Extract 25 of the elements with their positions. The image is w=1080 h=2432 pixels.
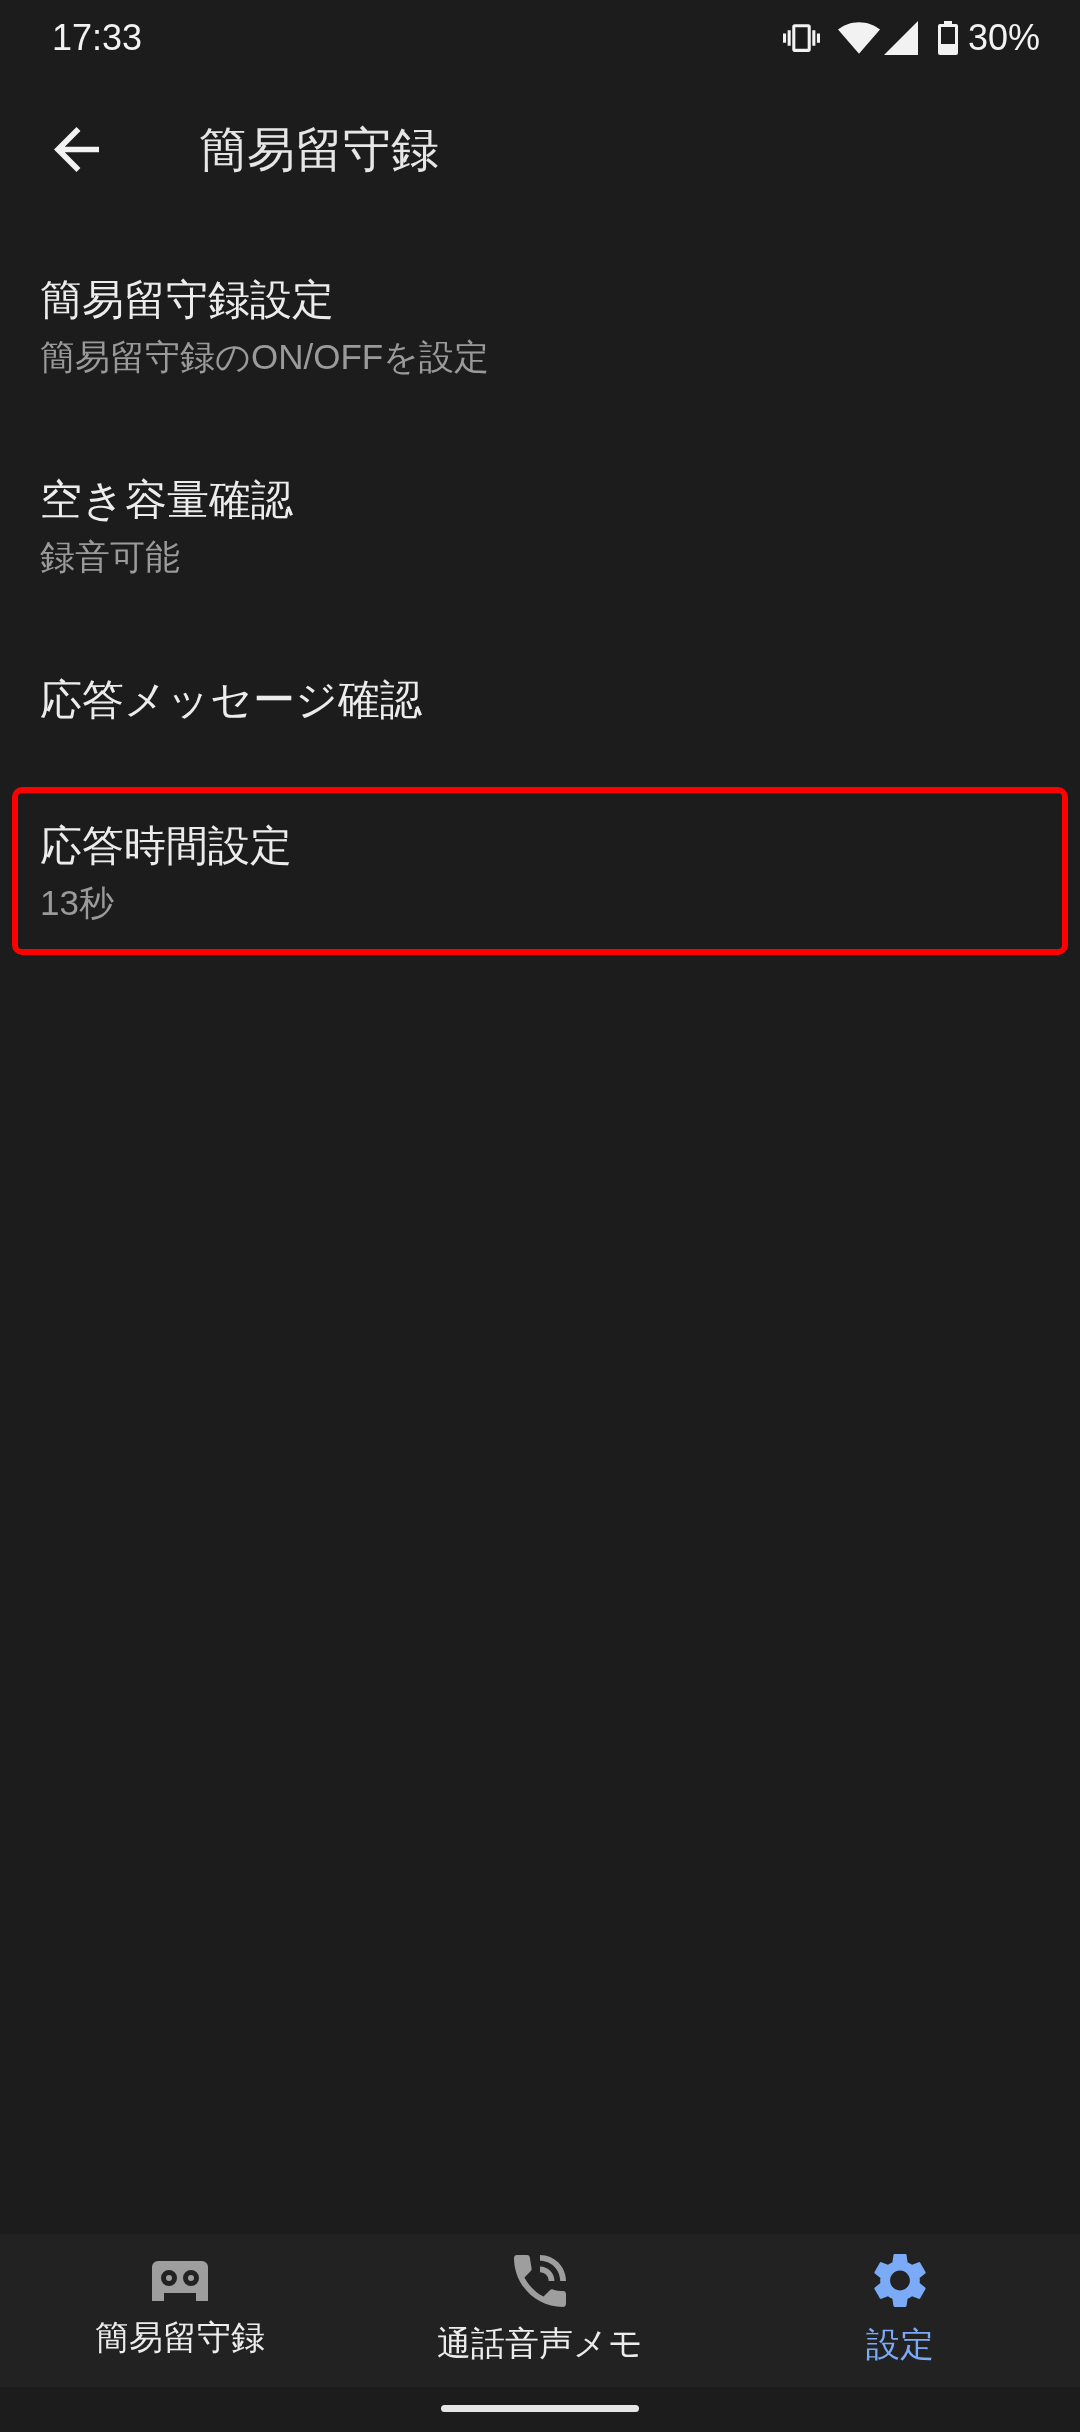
phone-call-icon: [514, 2254, 566, 2307]
page-title: 簡易留守録: [199, 121, 439, 178]
battery-percent: 30%: [967, 16, 1040, 59]
setting-title: 空き容量確認: [40, 475, 294, 525]
setting-title: 応答メッセージ確認: [40, 675, 423, 725]
battery-icon: [937, 20, 958, 55]
setting-summary: 録音可能: [40, 536, 181, 578]
status-time: 17:33: [52, 16, 143, 59]
vibrate-icon: [782, 23, 820, 52]
nav-tab[interactable]: 設定: [720, 2234, 1080, 2387]
settings-icon: [874, 2253, 926, 2308]
settings-row[interactable]: 応答メッセージ確認: [12, 641, 1068, 755]
signal-icon: [883, 20, 918, 55]
nav-tab[interactable]: 簡易留守録: [0, 2234, 360, 2387]
setting-summary: 簡易留守録のON/OFFを設定: [40, 336, 491, 378]
wifi-icon: [837, 21, 880, 54]
nav-tab[interactable]: 通話音声メモ: [360, 2234, 720, 2387]
back-arrow-icon[interactable]: [54, 127, 99, 172]
setting-summary: 13秒: [40, 882, 115, 924]
cassette-icon: [152, 2260, 208, 2301]
setting-title: 応答時間設定: [40, 821, 293, 871]
settings-row[interactable]: 簡易留守録設定 簡易留守録のON/OFFを設定: [12, 241, 1068, 409]
settings-row[interactable]: 空き容量確認 録音可能: [12, 441, 1068, 609]
setting-title: 簡易留守録設定: [40, 275, 335, 325]
settings-row[interactable]: 応答時間設定 13秒: [12, 787, 1068, 955]
